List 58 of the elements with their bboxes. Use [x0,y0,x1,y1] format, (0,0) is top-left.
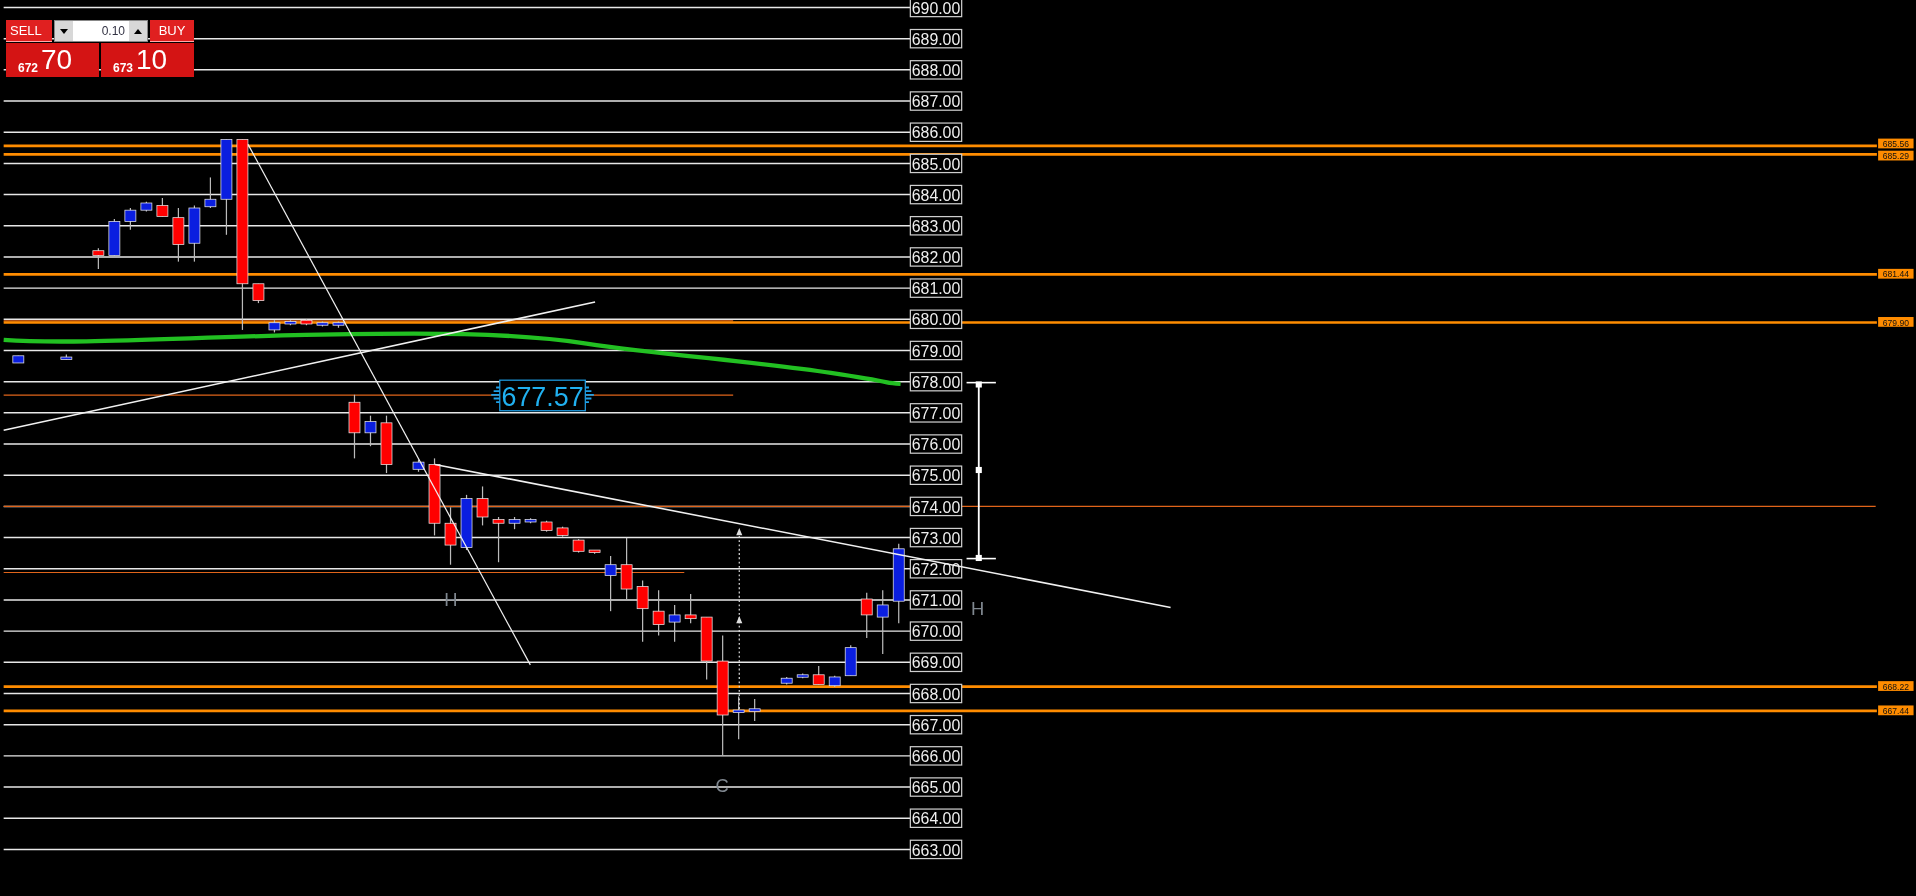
candle [588,549,601,555]
sell-price-pips: 672 [18,61,39,75]
buy-price-pips: 673 [113,61,134,75]
price-label: 666.00 [909,746,963,766]
price-label: 664.00 [909,808,963,828]
candle [12,355,25,364]
price-label: 678.00 [909,371,963,392]
level-price-label: 679.90 [1878,317,1914,328]
buy-price-points: 10 [136,45,168,75]
price-label: 683.00 [909,216,963,236]
price-label: 684.00 [909,184,963,205]
price-label: 681.00 [909,278,963,298]
candle [540,520,553,533]
price-label: 665.00 [909,777,963,797]
level-price-label: 685.56 [1878,138,1914,150]
sell-button[interactable]: SELL [6,20,52,42]
level-price-label: 681.44 [1878,268,1914,280]
price-label: 674.00 [909,496,963,517]
price-label: 668.00 [909,683,963,704]
price-label: 686.00 [909,122,963,142]
price-label: 682.00 [909,247,963,267]
candle [140,201,153,213]
price-label: 689.00 [909,28,963,49]
candle [524,517,537,524]
price-label: 688.00 [909,60,963,80]
candle [476,485,489,527]
candle [748,698,761,722]
sell-price-points: 70 [41,45,73,75]
price-label: 672.00 [909,559,963,579]
candle [156,197,169,217]
price-label: 670.00 [909,621,963,641]
price-label: 680.00 [909,309,963,330]
buy-button[interactable]: BUY [150,20,194,42]
level-price-label: 667.44 [1878,705,1914,716]
lot-size-stepper[interactable]: 0.10 [54,20,148,42]
candle [508,516,521,530]
level-price-label: 685.29 [1878,150,1914,162]
price-label: 676.00 [909,434,963,454]
pattern-label: H [970,597,985,619]
candle [412,459,425,473]
candle [812,665,825,686]
lot-size-field[interactable]: 0.10 [73,21,129,41]
level-price-label: 668.22 [1878,681,1914,692]
candle [780,676,793,686]
price-label: 667.00 [909,714,963,735]
price-label: 675.00 [909,465,963,485]
price-label: 673.00 [909,527,963,548]
price-label: 687.00 [909,91,963,111]
candle [796,672,809,679]
candle [60,353,73,361]
price-label: 690.00 [909,0,963,18]
price-label: 663.00 [909,839,963,860]
price-label: 677.00 [909,403,963,423]
price-label: 671.00 [909,590,963,610]
price-label: 685.00 [909,153,963,174]
price-label: 669.00 [909,652,963,673]
candle [828,675,841,688]
price-label: 679.00 [909,340,963,361]
